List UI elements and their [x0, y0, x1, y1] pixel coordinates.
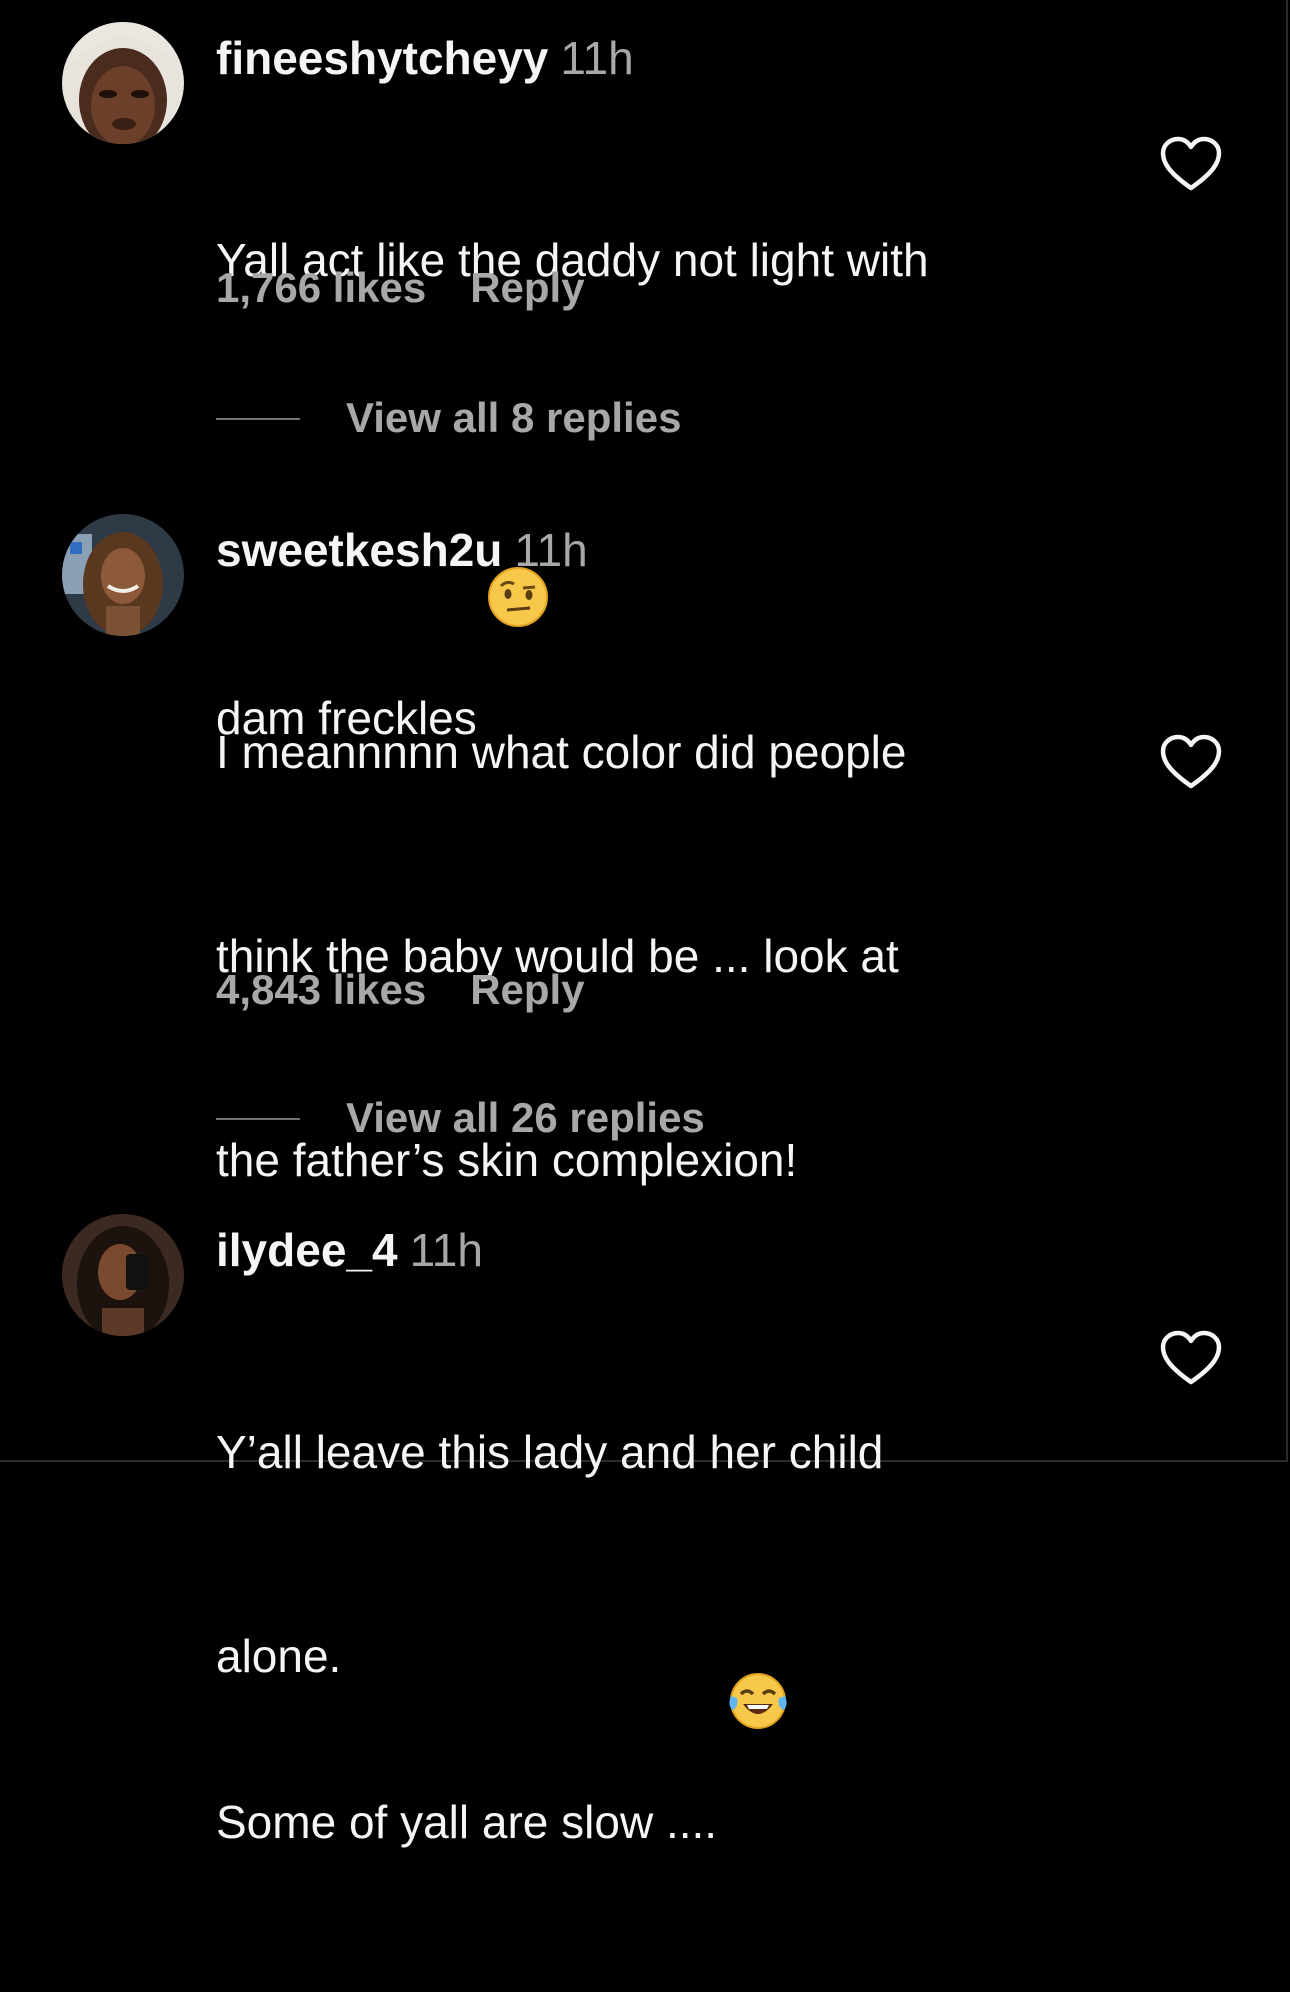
like-button[interactable] — [1160, 734, 1222, 790]
heart-outline-icon — [1160, 136, 1222, 191]
heart-outline-icon — [1160, 1330, 1222, 1385]
comment-header: fineeshytcheyy 11h — [216, 30, 1116, 86]
timestamp: 11h — [560, 32, 634, 84]
reply-button[interactable]: Reply — [470, 264, 584, 311]
username[interactable]: sweetkesh2u — [216, 524, 502, 576]
comment-text: Y’all leave this lady and her child alon… — [216, 1282, 1116, 1826]
like-count[interactable]: 1,766 likes — [216, 264, 426, 311]
username[interactable]: fineeshytcheyy — [216, 32, 548, 84]
comment-line: Y’all leave this lady and her child — [216, 1426, 884, 1478]
comment-line: alone. — [216, 1630, 342, 1682]
timestamp: 11h — [409, 1224, 483, 1276]
comment-meta: 4,843 likes Reply — [216, 966, 585, 1014]
comment-body: ilydee_4 11h Y’all leave this lady and he… — [216, 1222, 1116, 1826]
comment-header: sweetkesh2u 11h — [216, 522, 1116, 578]
avatar[interactable] — [62, 1214, 184, 1336]
like-count[interactable]: 4,843 likes — [216, 966, 426, 1013]
heart-outline-icon — [1160, 734, 1222, 789]
reply-button[interactable]: Reply — [470, 966, 584, 1013]
comment-line: I meannnnn what color did people — [216, 726, 907, 778]
timestamp: 11h — [514, 524, 588, 576]
like-button[interactable] — [1160, 136, 1222, 192]
view-replies-label: View all 26 replies — [346, 1094, 705, 1141]
like-button[interactable] — [1160, 1330, 1222, 1386]
replies-divider — [216, 1118, 300, 1120]
comment-header: ilydee_4 11h — [216, 1222, 1116, 1278]
avatar[interactable] — [62, 22, 184, 144]
replies-divider — [216, 418, 300, 420]
comments-panel: fineeshytcheyy 11h Yall act like the dadd… — [0, 0, 1288, 1848]
comment-meta: 1,766 likes Reply — [216, 264, 585, 312]
avatar[interactable] — [62, 514, 184, 636]
username[interactable]: ilydee_4 — [216, 1224, 398, 1276]
view-replies-label: View all 8 replies — [346, 394, 682, 441]
